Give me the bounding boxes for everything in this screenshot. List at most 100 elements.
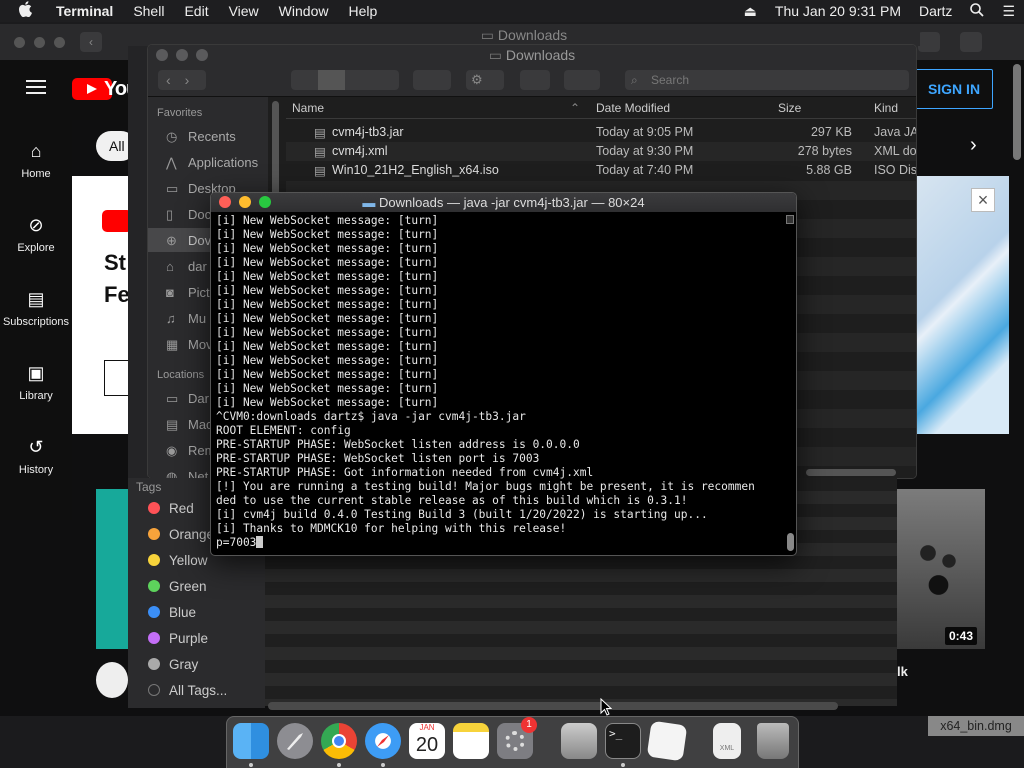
file-row[interactable]: ▤ cvm4j.xml Today at 9:30 PM 278 bytes X… (286, 142, 916, 161)
file-list-hscrollbar[interactable] (806, 469, 896, 476)
browser-back-button[interactable]: ‹ (80, 32, 102, 52)
dock-calendar-icon[interactable]: JAN 20 (409, 723, 445, 759)
terminal-close-button[interactable] (219, 196, 231, 208)
chip-next-icon[interactable]: › (970, 130, 990, 160)
forward-icon: › (184, 72, 190, 88)
column-name[interactable]: Name (292, 101, 324, 115)
dock-launchpad-icon[interactable] (277, 723, 313, 759)
action-gear-icon[interactable]: ⚙ (466, 70, 504, 90)
sidebar-item-movies[interactable]: ▦ Mov (166, 337, 213, 353)
menu-window[interactable]: Window (269, 3, 339, 19)
finder-nav-buttons[interactable]: ‹ › (158, 70, 206, 90)
split-pane-icon[interactable] (786, 215, 794, 224)
dock-safari-icon[interactable] (365, 723, 401, 759)
youtube-scrollbar[interactable] (1013, 64, 1021, 160)
sidebar-item-documents[interactable]: ▯ Doc (166, 207, 211, 223)
tag-green[interactable]: Green (148, 579, 207, 594)
dock-textedit-icon[interactable] (646, 720, 688, 762)
nav-history[interactable]: ↺ History (0, 436, 72, 476)
menu-edit[interactable]: Edit (174, 3, 218, 19)
sign-in-button[interactable]: SIGN IN (915, 69, 993, 109)
terminal-line: [i] New WebSocket message: [turn] (216, 382, 439, 395)
apple-menu-icon[interactable] (0, 0, 46, 22)
nav-explore[interactable]: ⊘ Explore (0, 214, 72, 254)
sidebar-item-disk[interactable]: ▭ Dar (166, 391, 209, 407)
nav-subscriptions[interactable]: ▤ Subscriptions (0, 288, 72, 328)
terminal-title: Downloads — java -jar cvm4j-tb3.jar — 80… (379, 195, 645, 210)
music-icon: ♫ (166, 311, 176, 326)
orange-dot-icon (148, 528, 160, 540)
sidebar-item-recents[interactable]: ◷ Recents (166, 129, 236, 145)
background-hscrollbar[interactable] (268, 702, 838, 710)
tag-gray[interactable]: Gray (148, 657, 198, 672)
column-date[interactable]: Date Modified (596, 101, 670, 115)
subscriptions-icon: ▤ (27, 289, 45, 309)
sidebar-item-mac[interactable]: ▤ Mac (166, 417, 213, 433)
sidebar-item-home[interactable]: ⌂ dar (166, 259, 207, 274)
menu-shell[interactable]: Shell (123, 3, 174, 19)
locations-header: Locations (157, 369, 205, 381)
tag-yellow[interactable]: Yellow (148, 553, 208, 568)
channel-avatar[interactable] (96, 662, 128, 698)
dock-document-icon[interactable]: XML (713, 723, 741, 759)
tag-red[interactable]: Red (148, 501, 194, 516)
file-row[interactable]: ▤ Win10_21H2_English_x64.iso Today at 7:… (286, 161, 916, 180)
video-duration: 0:43 (945, 627, 978, 645)
tag-button[interactable] (564, 70, 600, 90)
list-view-icon[interactable] (318, 70, 345, 90)
eject-icon[interactable]: ⏏ (735, 3, 766, 20)
dock-chrome-icon[interactable] (321, 723, 357, 759)
dock-trash-icon[interactable] (757, 723, 789, 759)
sidebar-item-pictures[interactable]: ◙ Pict (166, 285, 210, 300)
terminal-line: PRE-STARTUP PHASE: WebSocket listen port… (216, 452, 540, 465)
tag-orange[interactable]: Orange (148, 527, 214, 542)
tag-all[interactable]: All Tags... (148, 683, 227, 698)
terminal-scroll-thumb[interactable] (787, 533, 794, 551)
menubar-user[interactable]: Dartz (910, 3, 961, 19)
spotlight-icon[interactable] (961, 2, 993, 20)
terminal-scrollbar[interactable] (785, 214, 795, 554)
desktop-file-label[interactable]: x64_bin.dmg (928, 716, 1024, 736)
camera-icon: ◙ (166, 285, 174, 300)
sidebar-item-remote[interactable]: ◉ Rem (166, 443, 215, 459)
tag-purple[interactable]: Purple (148, 631, 208, 646)
hamburger-icon[interactable] (26, 80, 46, 94)
terminal-titlebar: ▬ Downloads — java -jar cvm4j-tb3.jar — … (211, 193, 796, 212)
dock-finder-icon[interactable] (233, 723, 269, 759)
terminal-line: ^CVM0:downloads dartz$ java -jar cvm4j-t… (216, 410, 526, 423)
menu-help[interactable]: Help (338, 3, 387, 19)
tabs-button[interactable] (960, 32, 982, 52)
video-thumbnail-right[interactable]: 0:43 (897, 489, 985, 649)
terminal-minimize-button[interactable] (239, 196, 251, 208)
share-button[interactable] (918, 32, 940, 52)
menubar-clock[interactable]: Thu Jan 20 9:31 PM (766, 3, 910, 19)
terminal-zoom-button[interactable] (259, 196, 271, 208)
video-thumbnail-left[interactable] (96, 489, 128, 649)
column-kind[interactable]: Kind (874, 101, 898, 115)
share-icon[interactable] (520, 70, 550, 90)
tag-blue[interactable]: Blue (148, 605, 196, 620)
dock-system-preferences-icon[interactable]: 1 (497, 717, 537, 759)
column-size[interactable]: Size (778, 101, 801, 115)
file-row[interactable]: ▤ cvm4j-tb3.jar Today at 9:05 PM 297 KB … (286, 123, 916, 142)
terminal-output[interactable]: [i] New WebSocket message: [turn] [i] New… (216, 214, 781, 554)
sidebar-item-music[interactable]: ♫ Mu (166, 311, 206, 326)
dock-terminal-icon[interactable]: >_ (605, 723, 641, 759)
dock-notes-icon[interactable] (453, 723, 489, 759)
purple-dot-icon (148, 632, 160, 644)
close-ad-icon[interactable]: × (971, 188, 995, 212)
notification-center-icon[interactable]: ☰ (993, 3, 1024, 20)
terminal-line: PRE-STARTUP PHASE: Got information neede… (216, 466, 594, 479)
terminal-line: [i] Thanks to MDMCK10 for helping with t… (216, 522, 567, 535)
nav-library[interactable]: ▣ Library (0, 362, 72, 402)
finder-search-input[interactable]: ⌕ Search (625, 70, 909, 90)
menu-view[interactable]: View (219, 3, 269, 19)
nav-home[interactable]: ⌂ Home (0, 140, 72, 180)
view-mode-group[interactable] (291, 70, 399, 90)
menu-app-name[interactable]: Terminal (46, 3, 123, 19)
dock-disk-utility-icon[interactable] (561, 723, 597, 759)
sidebar-item-downloads[interactable]: ⊕ Dov (166, 233, 211, 249)
gray-dot-icon (148, 658, 160, 670)
group-by-button[interactable] (413, 70, 451, 90)
sidebar-item-applications[interactable]: ⋀ Applications (166, 155, 258, 171)
